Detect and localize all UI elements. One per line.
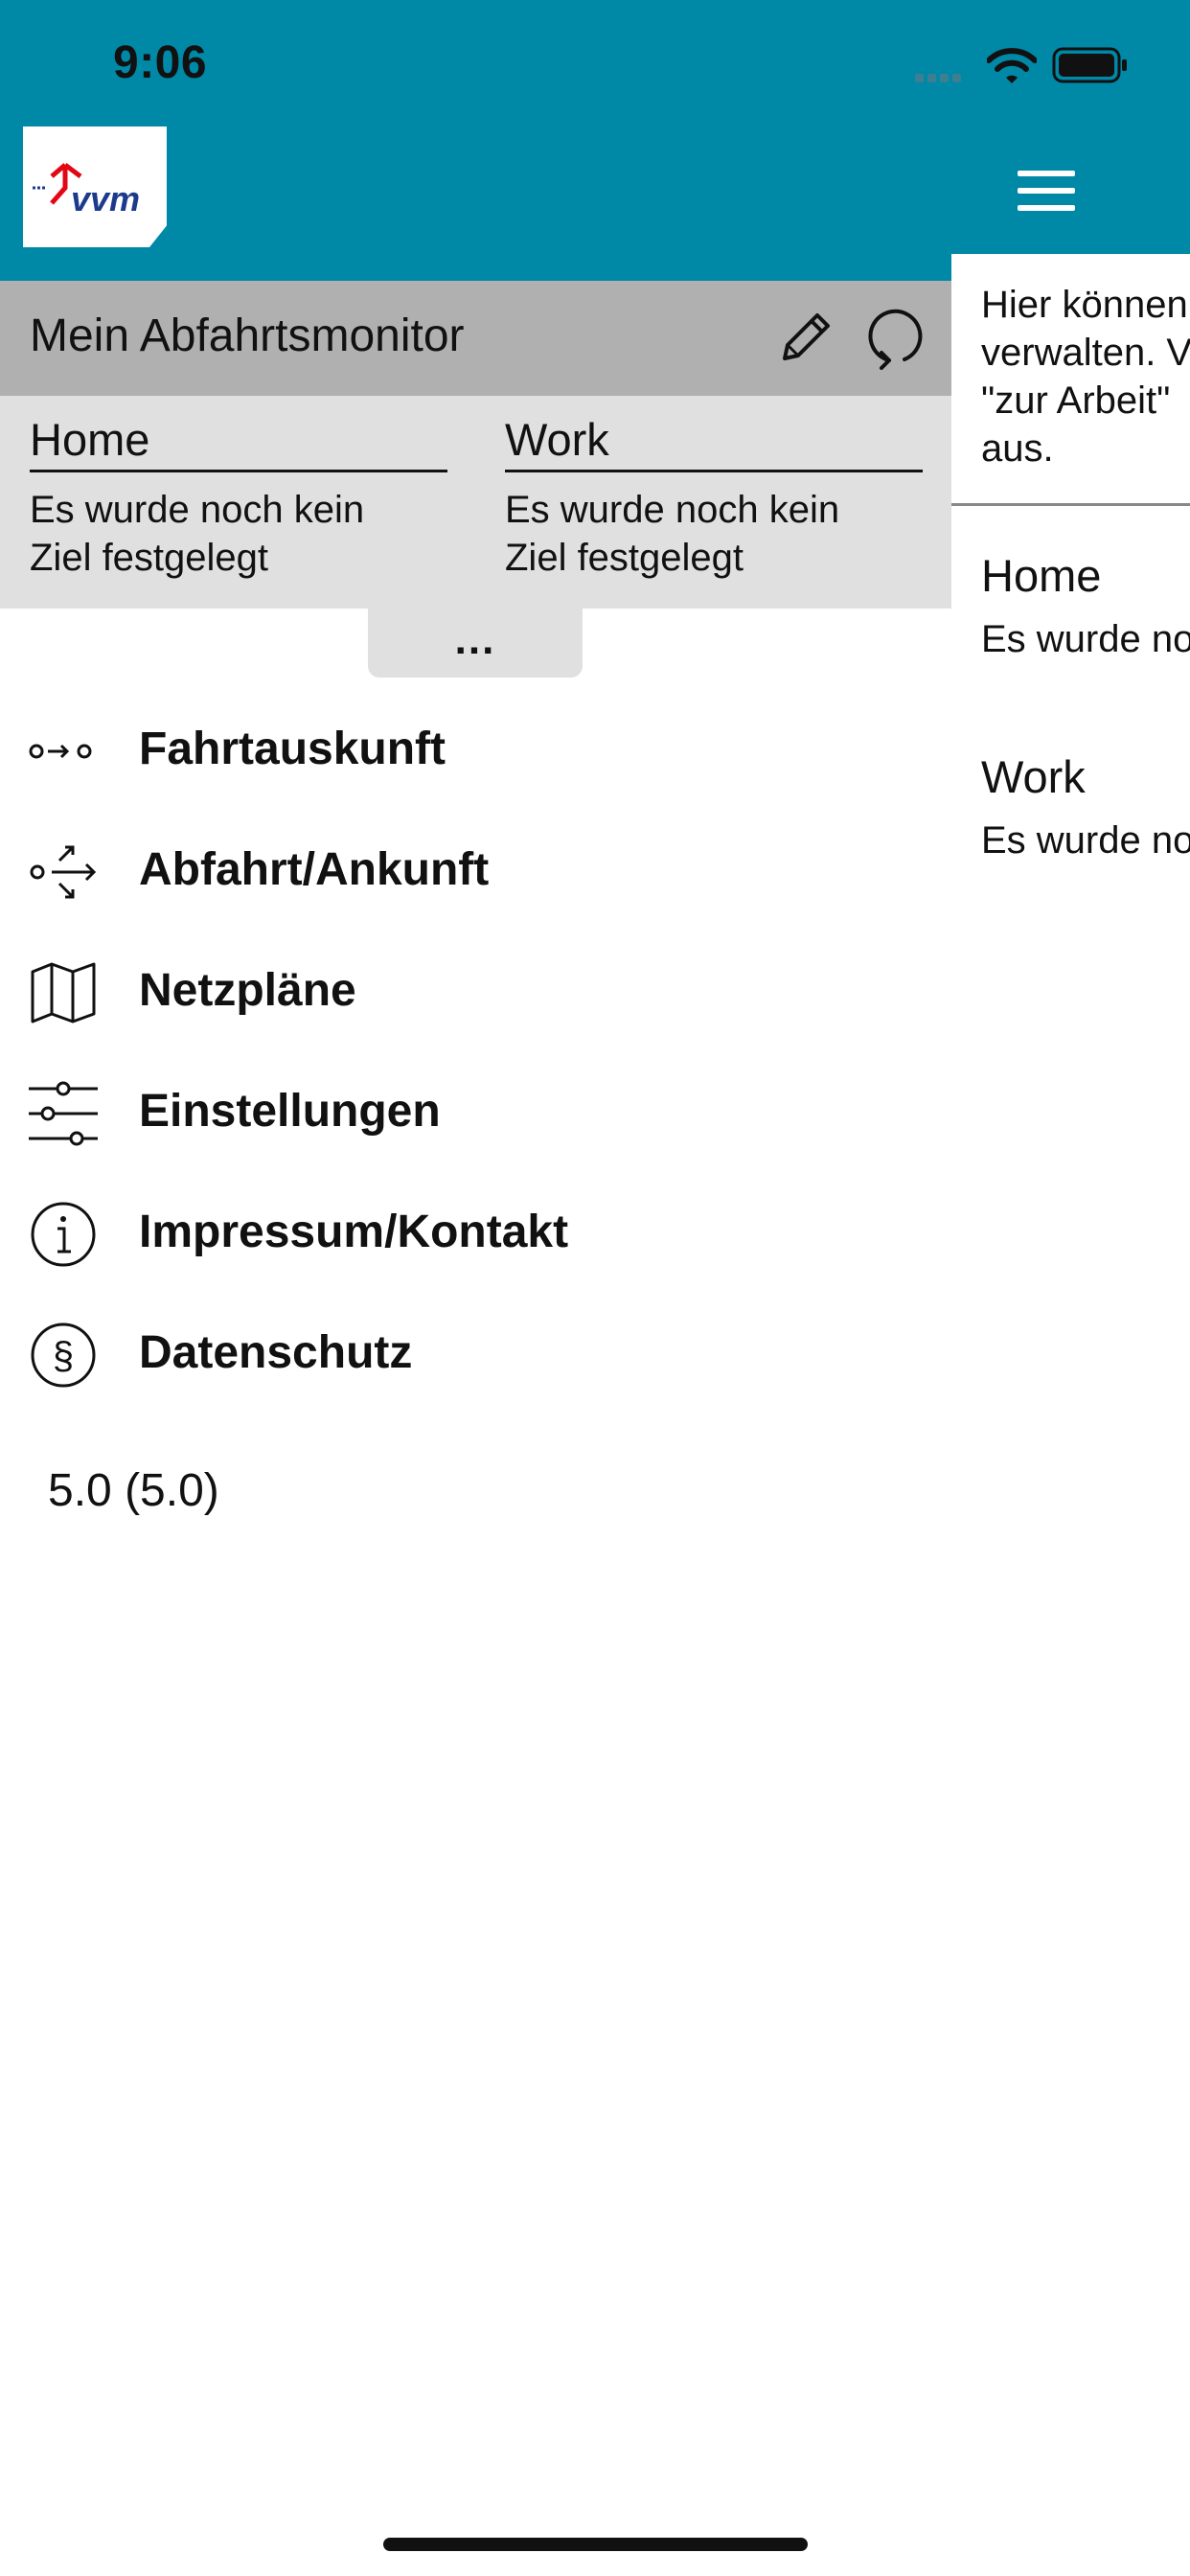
more-icon: ...	[454, 616, 496, 663]
info-icon	[31, 1202, 96, 1267]
divider	[951, 503, 1190, 506]
nav-label: Fahrtauskunft	[139, 724, 446, 774]
nav-label: Impressum/Kontakt	[139, 1207, 569, 1257]
target-work-desc: Es wurde noch kein Ziel festgelegt	[505, 489, 840, 579]
sliders-icon	[29, 1081, 98, 1146]
right-target-home-desc: Es wurde no	[981, 618, 1190, 660]
nav-label: Datenschutz	[139, 1327, 413, 1378]
cellular-signal-icon	[915, 70, 969, 82]
nav-label: Netzpläne	[139, 965, 356, 1016]
refresh-icon[interactable]	[860, 305, 927, 372]
right-target-work-name[interactable]: Work	[981, 750, 1086, 803]
app-header: 9:06 vvm	[0, 0, 1190, 281]
nav-item-fahrtauskunft[interactable]: Fahrtauskunft	[0, 700, 951, 805]
expand-monitor-button[interactable]: ...	[368, 609, 583, 678]
svg-text:§: §	[53, 1335, 74, 1377]
monitor-targets: Home Es wurde noch kein Ziel festgelegt …	[0, 396, 951, 609]
status-time: 9:06	[113, 37, 208, 88]
logo-text: vvm	[71, 179, 140, 218]
nav-item-abfahrt-ankunft[interactable]: Abfahrt/Ankunft	[0, 820, 951, 926]
paragraph-icon: §	[31, 1322, 96, 1388]
target-home[interactable]: Home Es wurde noch kein Ziel festgelegt	[30, 413, 447, 582]
hamburger-icon	[1018, 171, 1075, 176]
battery-icon	[1052, 47, 1127, 83]
nav-item-netzplaene[interactable]: Netzpläne	[0, 941, 951, 1046]
wifi-icon	[987, 48, 1037, 83]
nav-item-einstellungen[interactable]: Einstellungen	[0, 1062, 951, 1167]
right-target-home-name[interactable]: Home	[981, 549, 1101, 602]
nav-item-datenschutz[interactable]: § Datenschutz	[0, 1303, 951, 1409]
nav-item-impressum[interactable]: Impressum/Kontakt	[0, 1183, 951, 1288]
map-icon	[31, 962, 96, 1024]
edit-pencil-icon[interactable]	[771, 305, 838, 372]
route-icon	[29, 744, 92, 759]
target-home-desc: Es wurde noch kein Ziel festgelegt	[30, 489, 365, 579]
departure-arrival-icon	[30, 845, 97, 899]
target-home-name: Home	[30, 413, 447, 472]
target-work[interactable]: Work Es wurde noch kein Ziel festgelegt	[505, 413, 923, 582]
vvm-logo: vvm	[23, 126, 167, 247]
right-panel: Hier können verwalten. V "zur Arbeit" au…	[951, 254, 1190, 2576]
right-target-work-desc: Es wurde no	[981, 819, 1190, 862]
monitor-title: Mein Abfahrtsmonitor	[30, 310, 465, 361]
target-work-name: Work	[505, 413, 923, 472]
nav-label: Abfahrt/Ankunft	[139, 844, 490, 895]
app-version: 5.0 (5.0)	[48, 1465, 219, 1516]
right-panel-info: Hier können verwalten. V "zur Arbeit" au…	[981, 284, 1190, 470]
hamburger-menu-button[interactable]	[1008, 163, 1085, 240]
nav-label: Einstellungen	[139, 1086, 441, 1137]
home-indicator[interactable]	[383, 2538, 808, 2551]
